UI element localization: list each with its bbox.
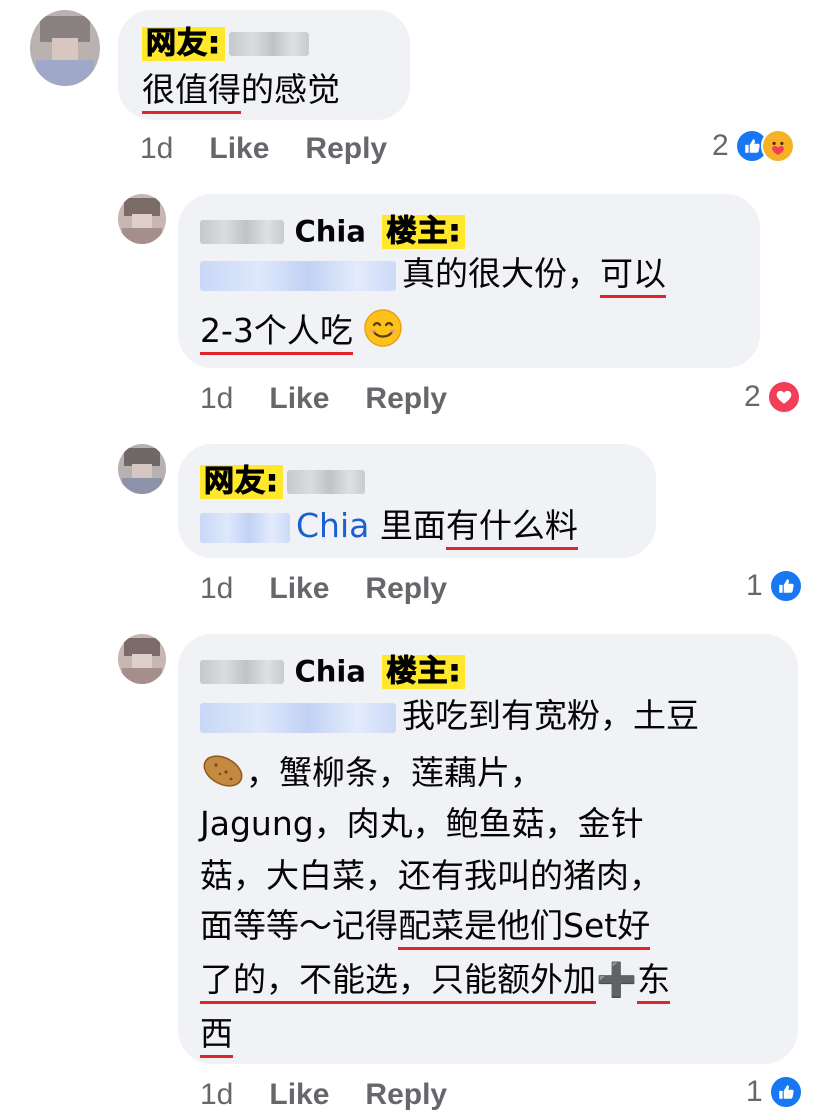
comment-text: Jagung，肉丸，鲍鱼菇，金针	[200, 804, 644, 843]
comment-text-highlight: 有什么料	[445, 506, 578, 550]
like-icon	[768, 569, 803, 603]
comment-text: 面等等～记得	[200, 906, 398, 945]
blurred-mention	[200, 512, 290, 543]
comment-text: 菇，大白菜，还有我叫的猪肉，	[200, 856, 662, 895]
reaction-count: 1	[746, 1075, 763, 1108]
comment-bubble: Chia 楼主: 真的很大份，可以 2-3个人吃	[178, 194, 760, 368]
comment-text-highlight: 可以	[600, 254, 666, 298]
comment-meta: 1d Like Reply	[200, 572, 447, 606]
blurred-name	[200, 219, 284, 244]
potato-emoji-icon	[200, 750, 246, 799]
comment-text: 真的很大份，	[402, 254, 600, 293]
comment-text: 我吃到有宽粉，土豆	[402, 696, 699, 735]
comment-text-highlight: 很值得	[142, 70, 241, 114]
comment-meta: 1d Like Reply	[200, 1078, 447, 1112]
like-button[interactable]: Like	[269, 1078, 329, 1111]
timestamp[interactable]: 1d	[200, 1078, 233, 1111]
reaction-count: 2	[712, 129, 729, 162]
like-button[interactable]: Like	[209, 132, 269, 165]
commenter-tag: 网友:	[142, 26, 225, 61]
reaction-count: 1	[746, 569, 763, 602]
avatar[interactable]	[118, 634, 166, 684]
comment-text-highlight: 了的，不能选，只能额外加	[200, 960, 596, 1004]
timestamp[interactable]: 1d	[200, 382, 233, 415]
author-tag: 楼主:	[382, 654, 466, 689]
blurred-name	[287, 469, 365, 494]
reply-button[interactable]: Reply	[305, 132, 387, 165]
blurred-name	[200, 659, 284, 684]
commenter-tag: 网友:	[200, 464, 283, 499]
comment-text-highlight: 2-3个人吃	[200, 311, 353, 355]
comment-text: ，蟹柳条，莲藕片，	[246, 753, 543, 792]
love-icon	[766, 380, 801, 414]
mention-link[interactable]: Chia	[296, 506, 369, 545]
like-button[interactable]: Like	[269, 572, 329, 605]
blurred-mention	[200, 702, 396, 733]
like-button[interactable]: Like	[269, 382, 329, 415]
timestamp[interactable]: 1d	[200, 572, 233, 605]
blurred-mention	[200, 260, 396, 291]
commenter-name[interactable]: Chia	[295, 215, 366, 249]
avatar[interactable]	[118, 444, 166, 494]
comment-bubble: 网友: Chia 里面有什么料	[178, 444, 656, 558]
comment-text-highlight: 东	[637, 960, 671, 1004]
reply-button[interactable]: Reply	[365, 382, 447, 415]
blurred-name	[229, 31, 309, 56]
comment-text: 的感觉	[241, 70, 340, 109]
reply-button[interactable]: Reply	[365, 572, 447, 605]
comment-bubble: Chia 楼主: 我吃到有宽粉，土豆 ，蟹柳条，莲藕片， Jagung，肉丸，鲍…	[178, 634, 798, 1064]
comment-text-highlight: 配菜是他们Set好	[398, 906, 651, 950]
author-tag: 楼主:	[382, 214, 466, 249]
reaction-summary[interactable]: 1	[746, 569, 803, 603]
reaction-summary[interactable]: 2	[712, 129, 795, 163]
avatar[interactable]	[118, 194, 166, 244]
care-icon	[760, 129, 795, 163]
comment-text: 里面	[379, 506, 446, 545]
reaction-count: 2	[744, 380, 761, 413]
comment-meta: 1d Like Reply	[140, 132, 387, 166]
like-icon	[768, 1075, 803, 1109]
avatar[interactable]	[30, 10, 100, 86]
commenter-name[interactable]: Chia	[295, 655, 366, 689]
comment-bubble: 网友: 很值得的感觉	[118, 10, 410, 120]
comment-meta: 1d Like Reply	[200, 382, 447, 416]
reaction-summary[interactable]: 1	[746, 1075, 803, 1109]
reply-button[interactable]: Reply	[365, 1078, 447, 1111]
timestamp[interactable]: 1d	[140, 132, 173, 165]
plus-emoji-icon: ➕	[596, 960, 638, 999]
smile-emoji-icon	[363, 308, 403, 357]
comment-text-highlight: 西	[200, 1014, 233, 1058]
reaction-summary[interactable]: 2	[744, 380, 801, 414]
